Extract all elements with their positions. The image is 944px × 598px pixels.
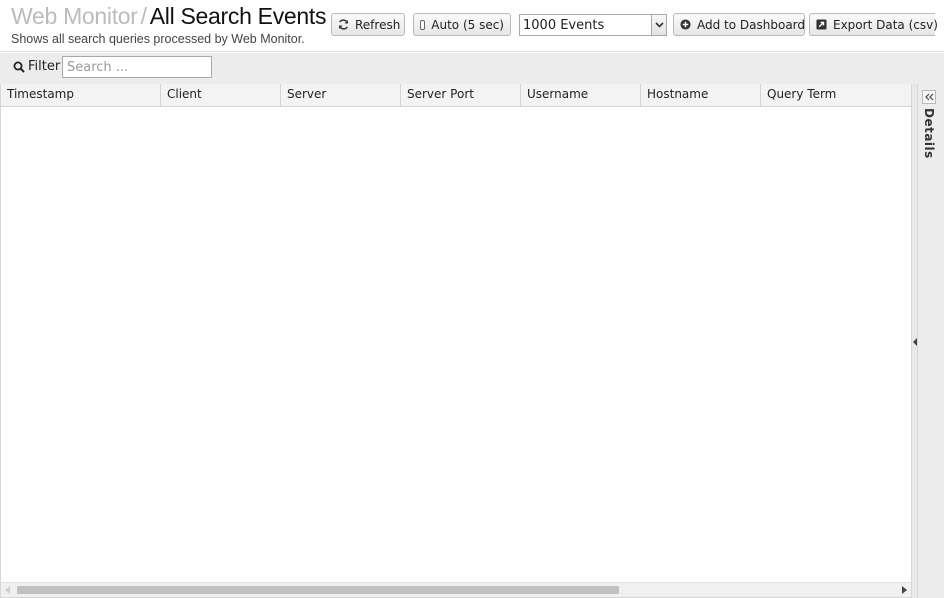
- column-header-timestamp[interactable]: Timestamp: [1, 84, 161, 107]
- breadcrumb-separator: /: [140, 3, 147, 29]
- title-line: Web Monitor / All Search Events: [11, 3, 327, 30]
- refresh-icon: [338, 19, 349, 31]
- page-title: All Search Events: [149, 3, 327, 29]
- add-to-dashboard-label: Add to Dashboard: [697, 17, 806, 32]
- details-label[interactable]: Details: [922, 108, 936, 159]
- column-header-server[interactable]: Server: [281, 84, 401, 107]
- grid-body: [1, 107, 911, 582]
- breadcrumb-web-monitor[interactable]: Web Monitor: [11, 3, 138, 29]
- grid-header: Timestamp Client Server Server Port User…: [1, 84, 911, 107]
- add-to-dashboard-button[interactable]: Add to Dashboard: [673, 13, 805, 36]
- auto-refresh-toggle[interactable]: Auto (5 sec): [413, 13, 511, 36]
- events-grid: Timestamp Client Server Server Port User…: [0, 84, 912, 598]
- export-csv-label: Export Data (csv): [833, 17, 938, 32]
- plus-circle-icon: [680, 19, 691, 31]
- chevron-down-icon[interactable]: [651, 15, 666, 35]
- export-icon: [816, 19, 827, 31]
- auto-refresh-label: Auto (5 sec): [431, 17, 504, 32]
- horizontal-scrollbar[interactable]: [1, 582, 911, 597]
- filter-label: Filter: [13, 59, 60, 74]
- filter-label-text: Filter: [28, 59, 61, 74]
- scroll-left-icon[interactable]: [1, 583, 14, 597]
- filter-bar: Filter: [0, 53, 944, 84]
- export-csv-button[interactable]: Export Data (csv): [809, 13, 938, 36]
- horizontal-scroll-thumb[interactable]: [17, 586, 619, 594]
- column-header-client[interactable]: Client: [161, 84, 281, 107]
- column-header-query-term[interactable]: Query Term: [761, 84, 911, 107]
- refresh-button[interactable]: Refresh: [331, 13, 405, 36]
- event-count-select[interactable]: 1000 Events: [519, 14, 667, 36]
- event-count-value: 1000 Events: [523, 17, 605, 33]
- page-subtitle: Shows all search queries processed by We…: [11, 32, 305, 46]
- auto-refresh-checkbox[interactable]: [420, 19, 426, 30]
- details-panel: Details: [917, 84, 944, 598]
- search-icon: [13, 61, 25, 73]
- column-header-hostname[interactable]: Hostname: [641, 84, 761, 107]
- expand-details-icon[interactable]: [922, 90, 936, 104]
- column-header-username[interactable]: Username: [521, 84, 641, 107]
- page-header: Web Monitor / All Search Events Shows all …: [0, 0, 944, 52]
- filter-search-input[interactable]: [62, 56, 212, 78]
- scroll-right-icon[interactable]: [898, 583, 911, 597]
- refresh-label: Refresh: [355, 17, 401, 32]
- column-header-server-port[interactable]: Server Port: [401, 84, 521, 107]
